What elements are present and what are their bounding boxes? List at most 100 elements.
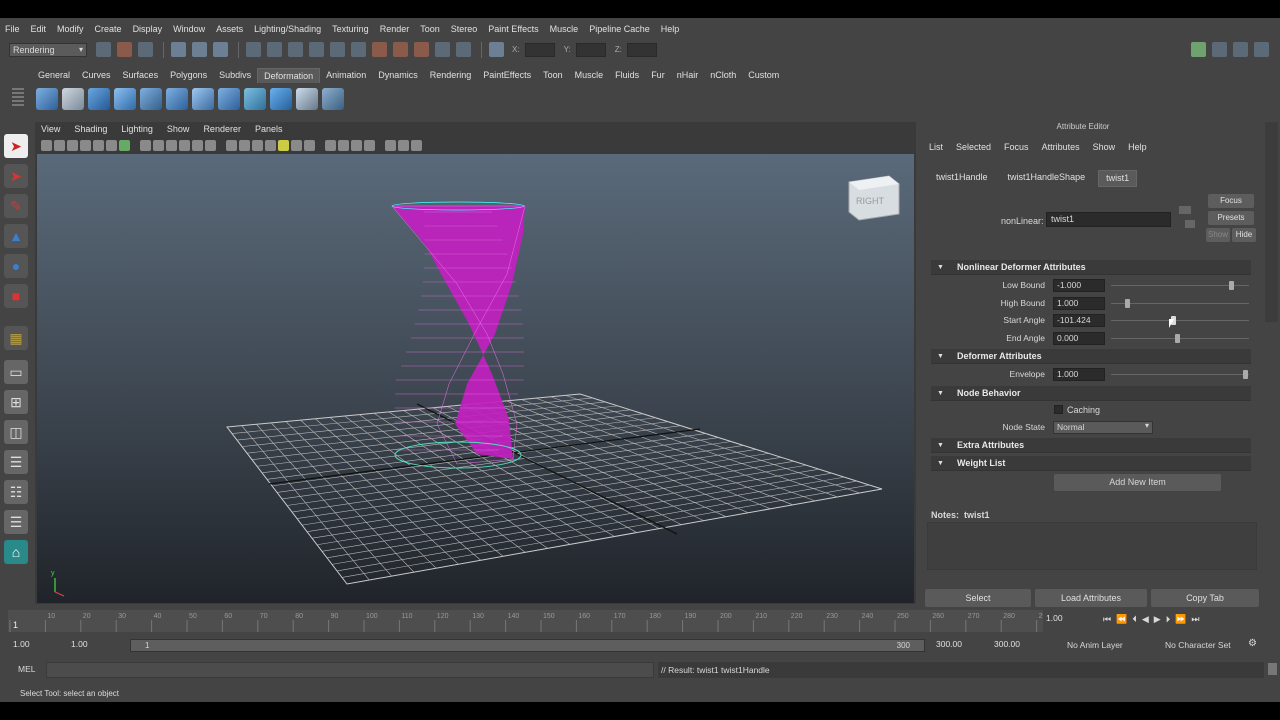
hypershade-icon[interactable] xyxy=(435,42,450,57)
menu-lighting-shading[interactable]: Lighting/Shading xyxy=(254,24,321,34)
shelf-tab-curves[interactable]: Curves xyxy=(76,68,117,83)
presets-button[interactable]: Presets xyxy=(1208,211,1254,225)
scale-tool-icon[interactable]: ■ xyxy=(4,284,28,308)
focus-button[interactable]: Focus xyxy=(1208,194,1254,208)
menu-toon[interactable]: Toon xyxy=(420,24,440,34)
section-nonlinear-deformer[interactable]: Nonlinear Deformer Attributes xyxy=(931,260,1251,275)
wireframe-on-shaded-icon[interactable] xyxy=(252,140,263,151)
step-forward-frame-icon[interactable]: ⏵ xyxy=(1166,614,1171,625)
menu-pipeline-cache[interactable]: Pipeline Cache xyxy=(589,24,650,34)
notes-field[interactable] xyxy=(927,522,1257,570)
ae-menu-selected[interactable]: Selected xyxy=(956,142,991,152)
step-forward-key-icon[interactable]: ⏩ xyxy=(1175,614,1186,625)
persp-graph-layout-icon[interactable]: ☰ xyxy=(4,450,28,474)
select-object-icon[interactable] xyxy=(192,42,207,57)
ipr-render-icon[interactable] xyxy=(393,42,408,57)
sculpt-icon[interactable] xyxy=(296,88,318,110)
image-plane-icon[interactable] xyxy=(80,140,91,151)
z-field[interactable] xyxy=(626,42,657,57)
section-extra-attributes[interactable]: Extra Attributes xyxy=(931,438,1251,453)
ae-menu-attributes[interactable]: Attributes xyxy=(1042,142,1080,152)
menu-stereo[interactable]: Stereo xyxy=(451,24,478,34)
go-to-start-icon[interactable]: ⏮ xyxy=(1103,614,1111,625)
menu-texturing[interactable]: Texturing xyxy=(332,24,369,34)
step-back-frame-icon[interactable]: ⏴ xyxy=(1132,614,1137,625)
tab-twist1[interactable]: twist1 xyxy=(1098,170,1138,187)
copy-tab-button[interactable]: Copy Tab xyxy=(1151,589,1259,607)
section-deformer-attributes[interactable]: Deformer Attributes xyxy=(931,349,1251,364)
x-field[interactable] xyxy=(524,42,555,57)
shelf-tab-animation[interactable]: Animation xyxy=(320,68,372,83)
end-angle-slider[interactable] xyxy=(1111,334,1249,343)
shelf-tab-painteffects[interactable]: PaintEffects xyxy=(477,68,537,83)
flare-icon[interactable] xyxy=(114,88,136,110)
new-scene-icon[interactable] xyxy=(96,42,111,57)
paint-select-tool-icon[interactable]: ✎ xyxy=(4,194,28,218)
use-all-lights-icon[interactable] xyxy=(278,140,289,151)
menu-create[interactable]: Create xyxy=(95,24,122,34)
layer-editor-toggle-icon[interactable] xyxy=(1254,42,1269,57)
playback-start-field[interactable]: 1.00 xyxy=(68,638,122,652)
camera-icon[interactable] xyxy=(398,140,409,151)
shelf-tab-rendering[interactable]: Rendering xyxy=(424,68,478,83)
save-scene-icon[interactable] xyxy=(138,42,153,57)
smooth-shade-icon[interactable] xyxy=(239,140,250,151)
2d-pan-zoom-icon[interactable] xyxy=(93,140,104,151)
command-language-label[interactable]: MEL xyxy=(18,664,35,674)
shelf-tab-toon[interactable]: Toon xyxy=(537,68,569,83)
lattice-icon[interactable] xyxy=(36,88,58,110)
shelf-tab-ncloth[interactable]: nCloth xyxy=(704,68,742,83)
shelf-tab-general[interactable]: General xyxy=(32,68,76,83)
character-set-selector[interactable]: No Character Set xyxy=(1165,640,1231,650)
ae-menu-help[interactable]: Help xyxy=(1128,142,1147,152)
time-slider[interactable]: 10 20 30 40 50 60 70 80 90 100 110 120 130 140 150 160 1… xyxy=(8,610,1050,632)
shelf-menu-icon[interactable] xyxy=(12,88,24,106)
go-to-end-icon[interactable]: ⏭ xyxy=(1191,614,1199,625)
symmetry-icon[interactable] xyxy=(411,140,422,151)
menu-assets[interactable]: Assets xyxy=(216,24,243,34)
side-by-side-layout-icon[interactable]: ◫ xyxy=(4,420,28,444)
end-angle-field[interactable]: 0.000 xyxy=(1053,332,1105,345)
shelf-tab-fur[interactable]: Fur xyxy=(645,68,671,83)
node-name-field[interactable]: twist1 xyxy=(1046,212,1171,227)
twist-icon[interactable] xyxy=(192,88,214,110)
wrap-icon[interactable] xyxy=(270,88,292,110)
low-bound-slider[interactable] xyxy=(1111,281,1249,290)
node-state-dropdown[interactable]: Normal xyxy=(1053,421,1153,434)
shelf-tab-polygons[interactable]: Polygons xyxy=(164,68,213,83)
make-live-icon[interactable] xyxy=(330,42,345,57)
select-tool-icon[interactable]: ➤ xyxy=(4,134,28,158)
low-bound-field[interactable]: -1.000 xyxy=(1053,279,1105,292)
snap-plane-icon[interactable] xyxy=(309,42,324,57)
grease-pencil-icon[interactable] xyxy=(106,140,117,151)
render-settings-icon[interactable] xyxy=(414,42,429,57)
render-frame-icon[interactable] xyxy=(372,42,387,57)
menu-help[interactable]: Help xyxy=(661,24,680,34)
view-cube[interactable]: RIGHT xyxy=(848,175,900,221)
cluster-icon[interactable] xyxy=(62,88,84,110)
viewport-menu-show[interactable]: Show xyxy=(167,124,190,138)
ae-menu-focus[interactable]: Focus xyxy=(1004,142,1029,152)
current-time-field[interactable]: 1.00 xyxy=(1043,612,1095,626)
side-tab-strip[interactable] xyxy=(1265,122,1278,322)
shelf-tab-deformation[interactable]: Deformation xyxy=(257,68,321,83)
start-angle-slider[interactable] xyxy=(1111,316,1249,325)
show-button[interactable]: Show xyxy=(1206,228,1230,242)
squash-icon[interactable] xyxy=(166,88,188,110)
menu-set-selector[interactable]: Rendering xyxy=(9,42,87,57)
menu-display[interactable]: Display xyxy=(133,24,163,34)
shelf-tab-surfaces[interactable]: Surfaces xyxy=(117,68,165,83)
xray-icon[interactable] xyxy=(338,140,349,151)
bend-icon[interactable] xyxy=(88,88,110,110)
gate-mask-icon[interactable] xyxy=(166,140,177,151)
perspective-viewport[interactable]: RIGHT y xyxy=(37,154,914,603)
open-scene-icon[interactable] xyxy=(117,42,132,57)
field-chart-icon[interactable] xyxy=(179,140,190,151)
tab-twist1handleshape[interactable]: twist1HandleShape xyxy=(1001,170,1093,187)
y-field[interactable] xyxy=(575,42,606,57)
custom-layout-icon[interactable]: ⌂ xyxy=(4,540,28,564)
menu-paint-effects[interactable]: Paint Effects xyxy=(488,24,538,34)
menu-muscle[interactable]: Muscle xyxy=(550,24,579,34)
menu-window[interactable]: Window xyxy=(173,24,205,34)
history-icon[interactable] xyxy=(351,42,366,57)
